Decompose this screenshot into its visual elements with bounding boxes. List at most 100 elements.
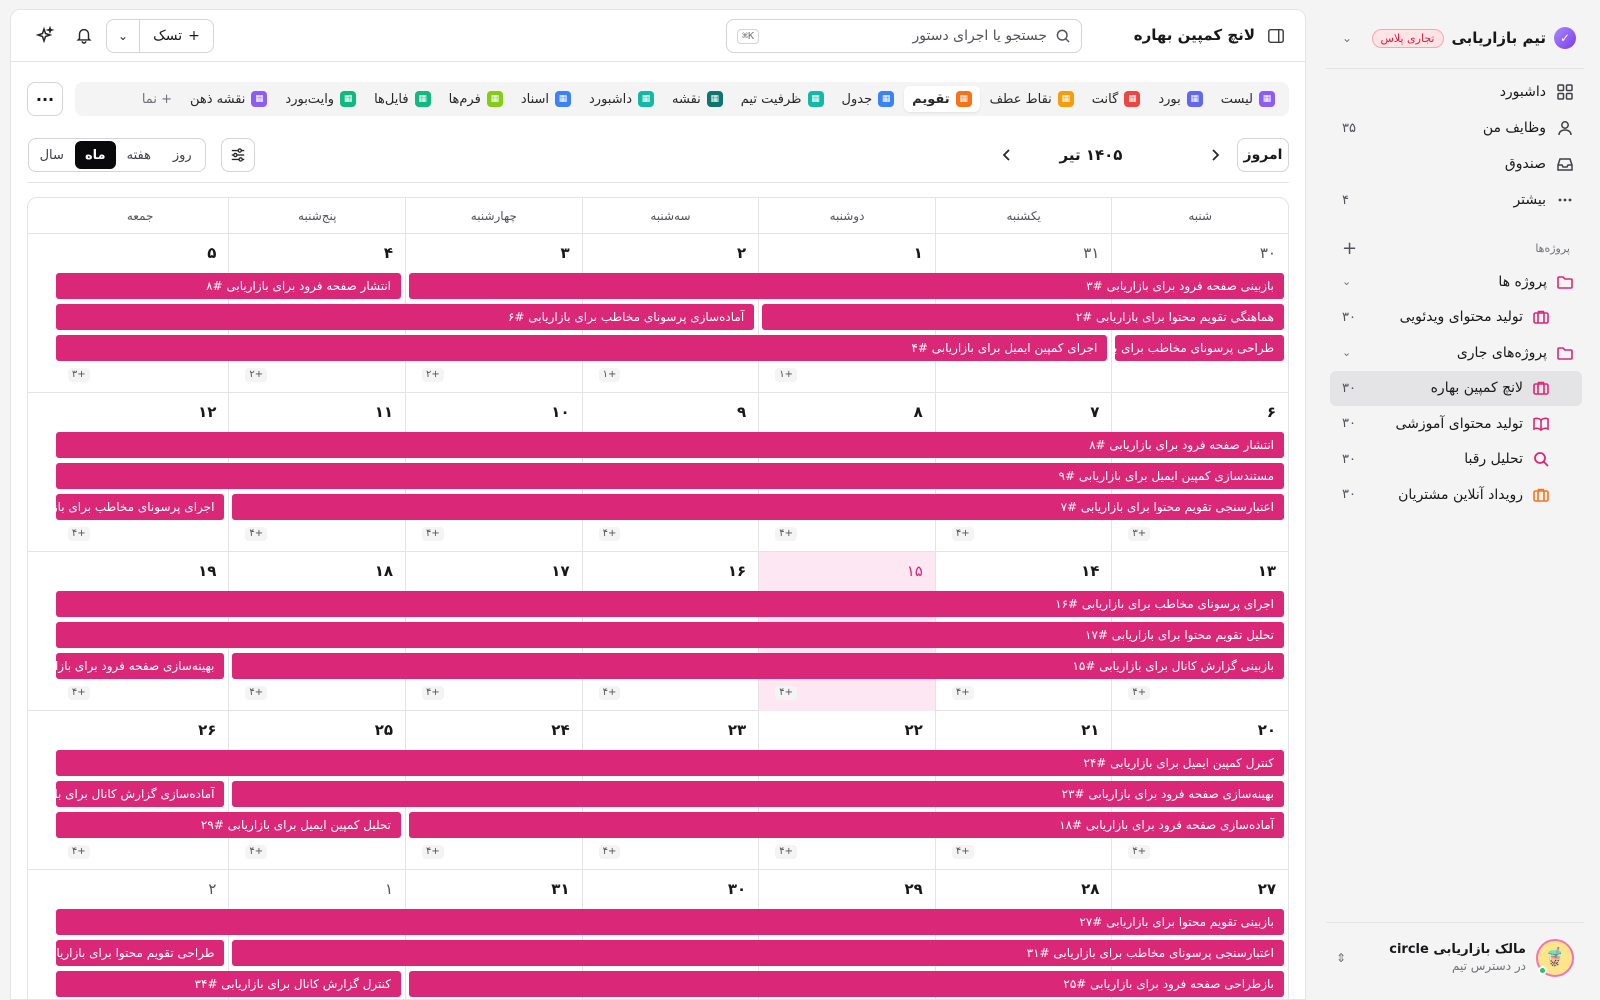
more-events-badge[interactable]: +۴ — [67, 686, 90, 700]
next-month-button[interactable] — [999, 147, 1015, 163]
add-project-icon[interactable]: + — [1342, 238, 1357, 259]
view-mode-option[interactable]: ماه — [74, 141, 116, 169]
event-bar[interactable]: اجرای کمپین ایمیل برای بازاریابی #۴ — [55, 335, 1108, 361]
more-events-badge[interactable]: +۴ — [598, 845, 621, 859]
more-events-badge[interactable]: +۲ — [245, 368, 268, 382]
sidebar-item-inbox[interactable]: صندوق — [1342, 146, 1574, 182]
more-events-badge[interactable]: +۴ — [775, 845, 797, 859]
event-bar[interactable]: آماده‌سازی گزارش کانال برای باز... — [55, 781, 225, 807]
event-bar[interactable]: بهینه‌سازی صفحه فرود برای بازاریابی #۲۳ — [232, 781, 1284, 807]
tab-view[interactable]: ▦ نقشه ذهن — [182, 86, 275, 112]
tab-view[interactable]: ▦ ظرفیت تیم — [733, 86, 832, 112]
tab-view[interactable]: ▦ جدول — [834, 86, 903, 112]
more-events-badge[interactable]: +۳ — [67, 368, 90, 382]
event-bar[interactable]: اعتبارسنجی پرسونای مخاطب برای بازاریابی … — [232, 940, 1284, 966]
project-item[interactable]: تحلیل رقبا ۳۰ — [1342, 442, 1574, 478]
search-input[interactable] — [817, 28, 1047, 44]
new-task-button[interactable]: + تسک — [139, 20, 213, 52]
event-bar[interactable]: انتشار صفحه فرود برای بازاریابی #۸ — [55, 432, 1284, 458]
more-events-badge[interactable]: +۴ — [245, 527, 268, 541]
more-events-badge[interactable]: +۴ — [951, 845, 974, 859]
more-events-badge[interactable]: +۱ — [598, 368, 621, 382]
chevron-updown-icon[interactable]: ⇕ — [1336, 951, 1346, 965]
more-events-badge[interactable]: +۴ — [951, 686, 974, 700]
event-bar[interactable]: بازبینی صفحه فرود برای بازاریابی #۳ — [409, 273, 1284, 299]
more-events-badge[interactable]: +۲ — [422, 368, 444, 382]
event-bar[interactable]: اجرای پرسونای مخاطب برای بازا... — [55, 494, 225, 520]
project-item[interactable]: تولید محتوای ویدئویی ۳۰ — [1342, 300, 1574, 336]
event-bar[interactable]: طراحی پرسونای مخاطب برای باز... — [1115, 335, 1284, 361]
event-bar[interactable]: بهینه‌سازی صفحه فرود برای بازا... — [55, 653, 225, 679]
event-bar[interactable]: هماهنگی تقویم محتوا برای بازاریابی #۲ — [762, 304, 1284, 330]
chevron-down-icon[interactable]: ⌄ — [1342, 31, 1352, 45]
sidebar-item-grid[interactable]: داشبورد — [1342, 74, 1574, 110]
search-box[interactable]: ⌘K — [726, 19, 1082, 53]
tab-view[interactable]: ▦ اسناد — [513, 86, 579, 112]
more-events-badge[interactable]: +۴ — [598, 686, 621, 700]
user-menu[interactable]: 🧋 مالک بازاریابی circle در دسترس تیم ⇕ — [1326, 922, 1584, 982]
more-views-button[interactable]: ··· — [27, 82, 63, 116]
project-label: تحلیل رقبا — [1464, 451, 1523, 468]
event-bar[interactable]: تحلیل تقویم محتوا برای بازاریابی #۱۷ — [55, 622, 1284, 648]
more-events-badge[interactable]: +۳ — [1128, 527, 1151, 541]
tab-view[interactable]: ▦ فرم‌ها — [441, 86, 511, 112]
tab-view[interactable]: ▦ وایت‌بورد — [277, 86, 364, 112]
view-mode-option[interactable]: روز — [162, 141, 204, 169]
tab-view[interactable]: ▦ فایل‌ها — [366, 86, 438, 112]
more-events-badge[interactable]: +۴ — [775, 527, 797, 541]
today-button[interactable]: امروز — [1237, 138, 1289, 172]
more-events-badge[interactable]: +۴ — [1128, 845, 1151, 859]
tab-view[interactable]: ▦ گانت — [1084, 86, 1149, 112]
more-events-badge[interactable]: +۴ — [951, 527, 974, 541]
event-bar[interactable]: بازطراحی صفحه فرود برای بازاریابی #۲۵ — [409, 971, 1284, 997]
event-bar[interactable]: طراحی تقویم محتوا برای بازاریا... — [55, 940, 225, 966]
chevron-down-icon[interactable]: ⌄ — [1342, 275, 1351, 288]
view-mode-option[interactable]: هفته — [118, 141, 160, 169]
more-events-badge[interactable]: +۱ — [775, 368, 797, 382]
chevron-down-icon[interactable]: ⌄ — [1342, 346, 1351, 359]
more-events-badge[interactable]: +۴ — [245, 686, 268, 700]
event-bar[interactable]: تحلیل کمپین ایمیل برای بازاریابی #۲۹ — [55, 812, 401, 838]
tab-view[interactable]: ▦ نقاط عطف — [982, 86, 1082, 112]
tab-view[interactable]: ▦ داشبورد — [581, 86, 662, 112]
more-events-badge[interactable]: +۴ — [67, 527, 90, 541]
event-bar[interactable]: آماده‌سازی پرسونای مخاطب برای بازاریابی … — [55, 304, 755, 330]
prev-month-button[interactable] — [1207, 147, 1223, 163]
event-bar[interactable]: مستندسازی کمپین ایمیل برای بازاریابی #۹ — [55, 463, 1284, 489]
more-events-badge[interactable]: +۴ — [422, 845, 444, 859]
project-folder[interactable]: پروژه‌های جاری ⌄ — [1342, 335, 1574, 371]
project-item[interactable]: لانچ کمپین بهاره ۳۰ — [1330, 370, 1582, 406]
more-events-badge[interactable]: +۴ — [245, 845, 268, 859]
team-switcher[interactable]: ✓ تیم بازاریابی تجاری پلاس ⌄ — [1342, 22, 1576, 54]
add-view-button[interactable]: + نما — [134, 86, 180, 112]
tab-view[interactable]: ▦ لیست — [1213, 86, 1283, 112]
new-task-dropdown-button[interactable]: ⌄ — [107, 20, 139, 52]
event-bar[interactable]: اجرای پرسونای مخاطب برای بازاریابی #۱۶ — [55, 591, 1284, 617]
event-bar[interactable]: بازبینی تقویم محتوا برای بازاریابی #۲۷ — [55, 909, 1284, 935]
more-events-badge[interactable]: +۴ — [422, 686, 444, 700]
more-events-badge[interactable]: +۴ — [775, 686, 797, 700]
view-mode-option[interactable]: سال — [31, 141, 73, 169]
event-bar[interactable]: کنترل گزارش کانال برای بازاریابی #۳۴ — [55, 971, 401, 997]
bell-icon[interactable] — [75, 26, 93, 44]
event-bar[interactable]: انتشار صفحه فرود برای بازاریابی #۸ — [55, 273, 401, 299]
event-bar[interactable]: کنترل کمپین ایمیل برای بازاریابی #۲۴ — [55, 750, 1284, 776]
event-bar[interactable]: آماده‌سازی صفحه فرود برای بازاریابی #۱۸ — [409, 812, 1284, 838]
tab-view[interactable]: ▦ تقویم — [904, 86, 980, 112]
project-item[interactable]: رویداد آنلاین مشتریان ۳۰ — [1342, 477, 1574, 513]
project-item[interactable]: تولید محتوای آموزشی ۳۰ — [1342, 406, 1574, 442]
project-folder[interactable]: پروژه ها ⌄ — [1342, 264, 1574, 300]
sidebar-toggle-icon[interactable] — [1267, 27, 1285, 45]
more-events-badge[interactable]: +۴ — [422, 527, 444, 541]
sparkles-icon[interactable] — [35, 26, 55, 46]
sidebar-item-user[interactable]: وظایف من ۳۵ — [1342, 110, 1574, 146]
more-events-badge[interactable]: +۴ — [598, 527, 621, 541]
more-events-badge[interactable]: +۴ — [1128, 686, 1151, 700]
sidebar-item-more[interactable]: بیشتر ۴ — [1342, 182, 1574, 218]
tab-view[interactable]: ▦ بورد — [1150, 86, 1210, 112]
event-bar[interactable]: اعتبارسنجی تقویم محتوا برای بازاریابی #۷ — [232, 494, 1284, 520]
tab-view[interactable]: ▦ نقشه — [664, 86, 731, 112]
more-events-badge[interactable]: +۴ — [67, 845, 90, 859]
event-bar[interactable]: بازبینی گزارش کانال برای بازاریابی #۱۵ — [232, 653, 1284, 679]
filter-button[interactable] — [221, 138, 255, 172]
